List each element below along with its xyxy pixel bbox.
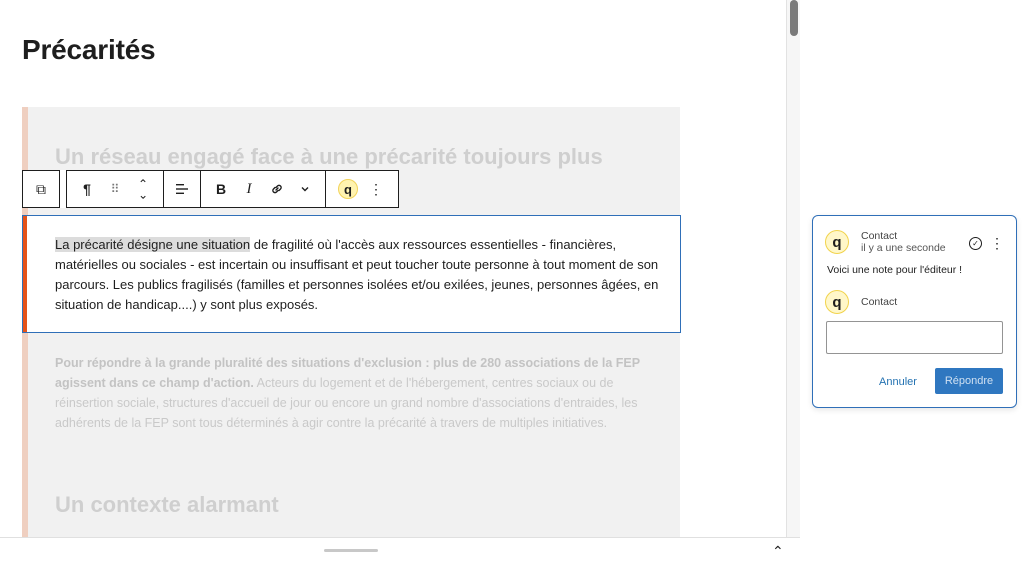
paragraph-icon[interactable]: ¶ (73, 171, 101, 207)
resize-handle[interactable] (324, 549, 378, 552)
toolbar-group-align (164, 170, 201, 208)
comment-card[interactable]: q Contact il y a une seconde ✓ ⋮ Voici u… (812, 215, 1017, 408)
chevron-up-icon[interactable]: ⌃ (772, 543, 784, 560)
italic-button[interactable]: I (235, 171, 263, 207)
page-title[interactable]: Précarités (22, 34, 156, 66)
cancel-button[interactable]: Annuler (879, 376, 917, 388)
select-parent-icon[interactable]: ⧉ (27, 171, 55, 207)
resolve-check-icon[interactable]: ✓ (969, 237, 982, 250)
drag-handle-icon[interactable]: ⠿ (101, 171, 129, 207)
q-logo-icon: q (338, 179, 358, 199)
more-format-chevron-down-icon[interactable] (291, 171, 319, 207)
toolbar-group-parent: ⧉ (22, 170, 60, 208)
toolbar-group-format: B I (201, 170, 326, 208)
bold-button[interactable]: B (207, 171, 235, 207)
comment-time: il y a une seconde (861, 242, 946, 254)
bottom-panel-bar: ⌃ (0, 537, 800, 572)
comment-header: q Contact il y a une seconde (825, 230, 946, 254)
options-kebab-icon[interactable]: ⋮ (362, 171, 390, 207)
comment-actions: ✓ ⋮ (969, 235, 1004, 252)
toolbar-group-extra: q ⋮ (326, 170, 399, 208)
reply-input[interactable] (826, 321, 1003, 354)
selected-paragraph-block[interactable]: La précarité désigne une situation de fr… (22, 215, 681, 333)
comment-plugin-icon[interactable]: q (334, 171, 362, 207)
chevron-down-icon[interactable]: ⌃ (138, 187, 148, 201)
editor-canvas: Précarités Un réseau engagé face à une p… (0, 0, 786, 537)
block-toolbar: ⧉ ¶ ⠿ ⌃ ⌃ B I q ⋮ (22, 170, 399, 208)
editor-scrollbar[interactable] (786, 0, 800, 537)
reply-avatar: q (825, 290, 849, 314)
toolbar-group-block: ¶ ⠿ ⌃ ⌃ (66, 170, 164, 208)
active-accent-bar (23, 216, 27, 332)
comment-author: Contact (861, 230, 898, 242)
comment-text: Voici une note pour l'éditeur ! (827, 264, 963, 276)
avatar: q (825, 230, 849, 254)
scrollbar-thumb[interactable] (790, 0, 798, 36)
move-up-down-icon[interactable]: ⌃ ⌃ (129, 171, 157, 207)
paragraph-text[interactable]: La précarité désigne une situation de fr… (55, 235, 671, 315)
heading-block-faded[interactable]: Un réseau engagé face à une précarité to… (55, 141, 655, 173)
comment-meta: Contact il y a une seconde (861, 230, 946, 254)
paragraph-block-faded[interactable]: Pour répondre à la grande pluralité des … (55, 353, 665, 433)
reply-header: q Contact (825, 290, 897, 314)
heading-block-faded-2[interactable]: Un contexte alarmant (55, 492, 279, 518)
link-icon[interactable] (263, 171, 291, 207)
comment-options-kebab-icon[interactable]: ⋮ (990, 235, 1004, 252)
reply-button[interactable]: Répondre (935, 368, 1003, 394)
highlighted-selection[interactable]: La précarité désigne une situation (55, 237, 251, 252)
reply-author: Contact (861, 296, 898, 308)
align-icon[interactable] (168, 171, 196, 207)
